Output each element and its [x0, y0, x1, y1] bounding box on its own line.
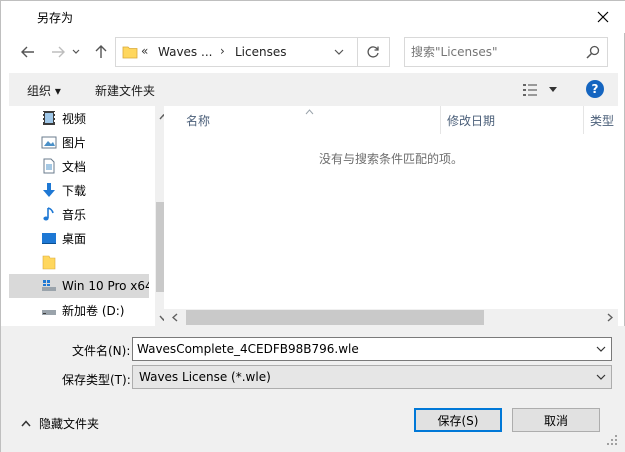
scroll-down-button[interactable] [155, 309, 164, 326]
refresh-button[interactable] [357, 37, 390, 67]
save-button[interactable]: 保存(S) [414, 408, 502, 432]
help-button[interactable]: ? [586, 80, 604, 98]
nav-item-label: 新加卷 (D:) [62, 303, 125, 318]
toolbar: 组织 ▾ 新建文件夹 ? [9, 73, 618, 106]
save-as-dialog: 另存为 « Waves ... › Licenses 搜索"Licenses" … [0, 0, 625, 452]
chevron-down-icon [334, 49, 344, 55]
nav-item-documents[interactable]: 文档 [9, 154, 149, 178]
back-button[interactable] [17, 41, 39, 63]
scroll-right-button[interactable] [601, 309, 618, 326]
chevron-down-icon [72, 49, 80, 54]
cancel-button[interactable]: 取消 [512, 408, 600, 432]
nav-item-label: 图片 [62, 135, 87, 150]
music-icon [41, 206, 57, 222]
view-options-button[interactable] [522, 81, 562, 99]
caret-down-icon [549, 87, 557, 92]
filename-dropdown[interactable] [592, 342, 610, 356]
nav-item-folder[interactable] [9, 250, 149, 274]
column-divider[interactable] [440, 106, 441, 134]
filetype-value: Waves License (*.wle) [139, 370, 271, 384]
address-dropdown[interactable] [334, 45, 344, 62]
hide-folders-label: 隐藏文件夹 [39, 417, 100, 431]
column-header-name[interactable]: 名称 [186, 106, 210, 134]
folder-icon [122, 44, 138, 63]
chevron-up-icon [21, 420, 31, 427]
breadcrumb-waves[interactable]: Waves ... [158, 45, 212, 59]
refresh-icon [367, 46, 379, 58]
forward-button[interactable] [47, 41, 69, 63]
up-button[interactable] [90, 41, 112, 63]
nav-item-win10-drive[interactable]: Win 10 Pro x64 [9, 274, 149, 298]
download-icon [41, 182, 57, 198]
drive-icon [41, 302, 57, 318]
desktop-icon [41, 230, 57, 246]
details-view-icon [523, 84, 537, 96]
drive-icon [41, 278, 57, 294]
column-header-type[interactable]: 类型 [590, 106, 614, 134]
sort-caret-icon [305, 104, 314, 118]
recent-locations-button[interactable] [68, 41, 84, 63]
filename-input[interactable] [137, 341, 577, 357]
close-icon [597, 11, 609, 23]
filetype-select[interactable]: Waves License (*.wle) [132, 365, 612, 389]
organize-menu[interactable]: 组织 ▾ [27, 82, 61, 99]
nav-item-label: 桌面 [62, 231, 87, 246]
nav-item-pictures[interactable]: 图片 [9, 130, 149, 154]
file-list-hscrollbar[interactable] [164, 309, 618, 326]
nav-item-videos[interactable]: 视频 [9, 106, 149, 130]
nav-scroll-thumb[interactable] [156, 202, 164, 292]
arrow-up-icon [95, 45, 107, 58]
title-bar: 另存为 [1, 1, 625, 33]
column-divider[interactable] [583, 106, 584, 134]
nav-item-label: 下载 [62, 183, 87, 198]
nav-scrollbar[interactable] [155, 106, 164, 326]
hide-folders-toggle[interactable]: 隐藏文件夹 [21, 415, 99, 432]
breadcrumb-licenses[interactable]: Licenses [235, 45, 287, 59]
filetype-dropdown[interactable] [592, 370, 610, 384]
nav-item-downloads[interactable]: 下载 [9, 178, 149, 202]
nav-item-d-drive[interactable]: 新加卷 (D:) [9, 298, 149, 322]
hscroll-thumb[interactable] [186, 310, 484, 325]
search-icon[interactable] [586, 45, 600, 62]
file-list: 名称 修改日期 类型 没有与搜索条件匹配的项。 [164, 106, 618, 326]
new-folder-button[interactable]: 新建文件夹 [95, 82, 155, 99]
filetype-label: 保存类型(T): [62, 373, 131, 387]
search-box[interactable] [404, 37, 608, 67]
save-options-panel: 文件名(N): 保存类型(T): Waves License (*.wle) 隐… [1, 326, 625, 452]
filename-field[interactable] [132, 337, 612, 361]
scroll-left-button[interactable] [166, 309, 183, 326]
filename-label: 文件名(N): [72, 344, 131, 358]
address-bar[interactable]: « Waves ... › Licenses [115, 37, 358, 67]
chevron-right-icon [607, 313, 613, 322]
address-overflow[interactable]: « [141, 44, 148, 58]
close-button[interactable] [587, 3, 619, 31]
video-icon [41, 110, 57, 126]
pictures-icon [41, 134, 57, 150]
empty-message: 没有与搜索条件匹配的项。 [318, 152, 463, 166]
resize-grip-icon[interactable] [606, 434, 618, 446]
nav-item-label: 文档 [62, 159, 87, 174]
nav-item-label: Win 10 Pro x64 [62, 279, 149, 293]
arrow-left-icon [21, 46, 34, 58]
chevron-down-icon [596, 346, 606, 352]
scroll-up-button[interactable] [155, 108, 164, 125]
documents-icon [41, 158, 57, 174]
navigation-pane: 视频 图片 文档 下载 音乐 桌面 Win 10 Pro x64 新加卷 (D:… [9, 106, 164, 326]
search-input[interactable] [411, 44, 581, 60]
chevron-left-icon [171, 313, 177, 322]
folder-icon [41, 254, 57, 270]
window-title: 另存为 [37, 11, 74, 25]
chevron-down-icon [596, 374, 606, 380]
nav-item-label: 视频 [62, 111, 87, 126]
nav-item-music[interactable]: 音乐 [9, 202, 149, 226]
nav-item-desktop[interactable]: 桌面 [9, 226, 149, 250]
breadcrumb-separator[interactable]: › [220, 44, 225, 58]
arrow-right-icon [52, 46, 65, 58]
nav-item-label: 音乐 [62, 207, 87, 222]
column-header-date[interactable]: 修改日期 [447, 106, 495, 134]
